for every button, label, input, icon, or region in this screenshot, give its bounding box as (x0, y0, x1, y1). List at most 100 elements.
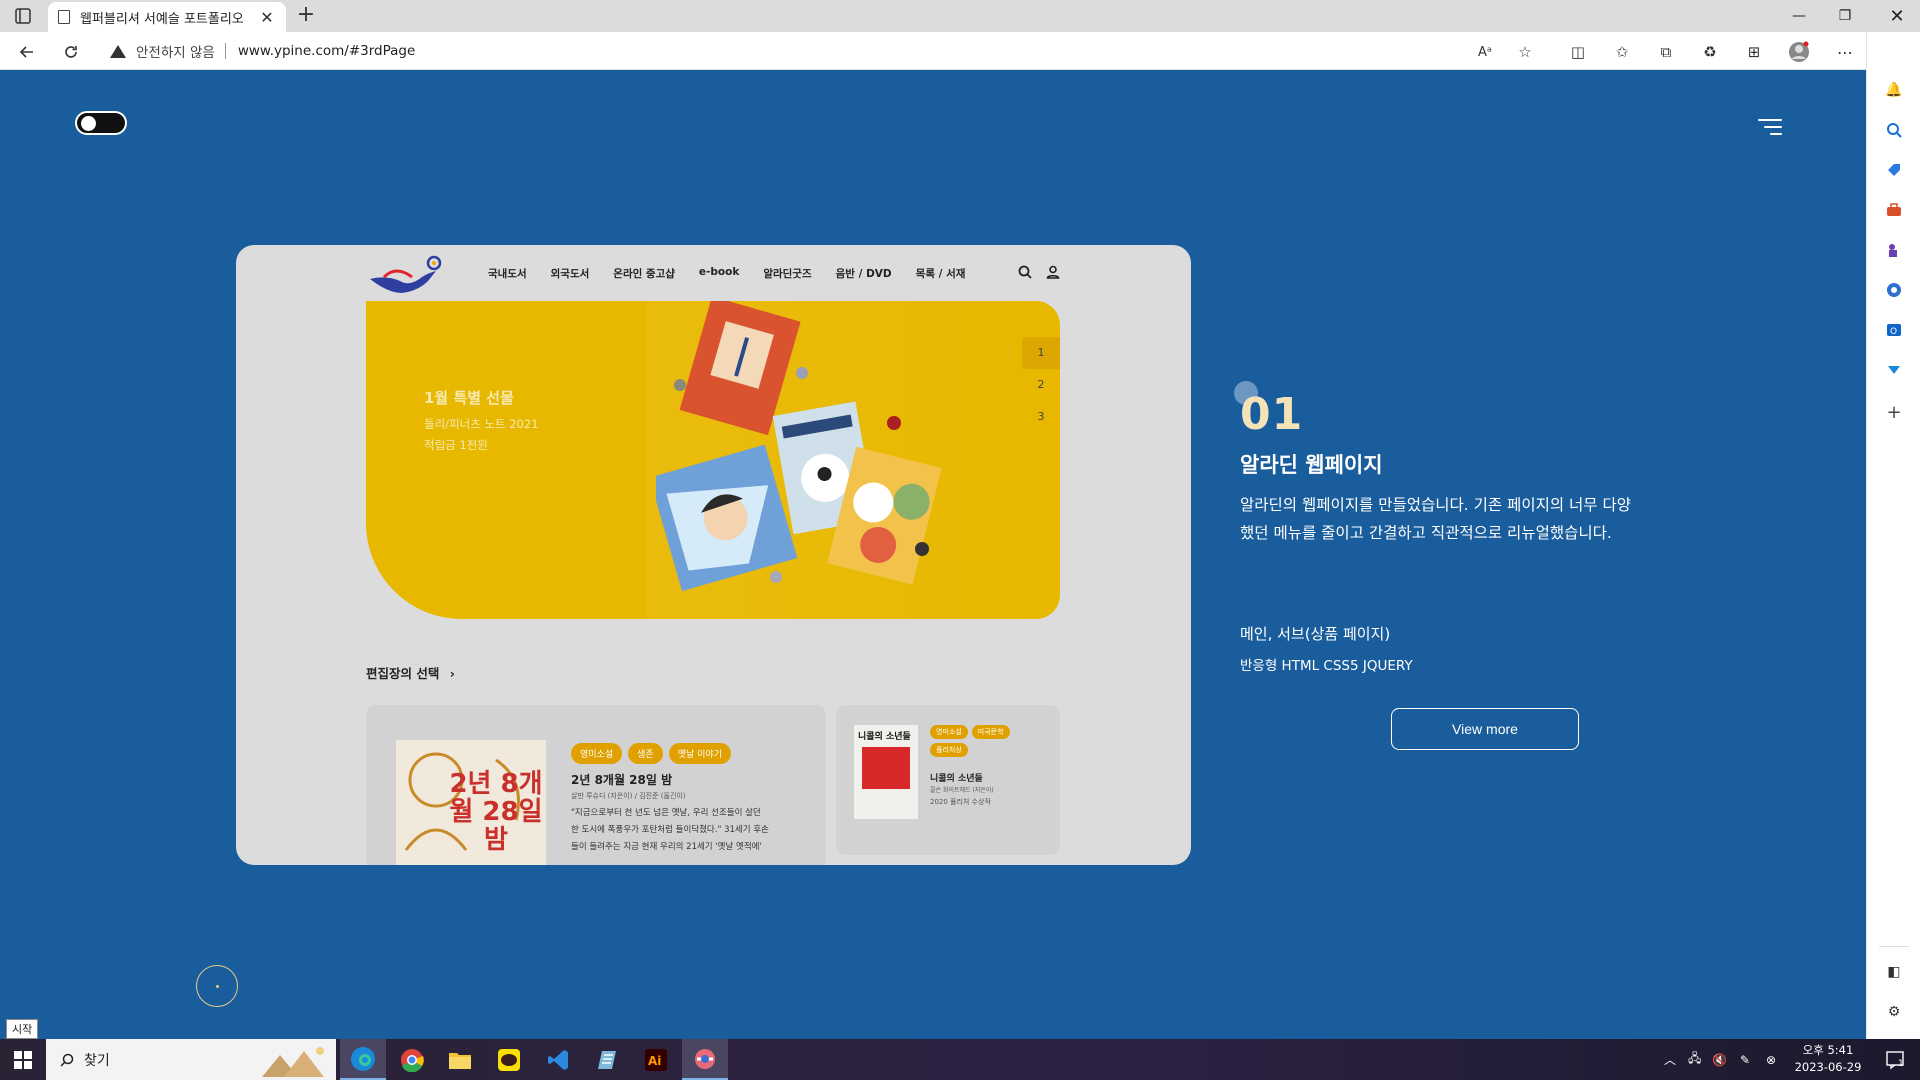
pyramids-image (262, 1047, 324, 1077)
book-author: 콜슨 화이트헤드 (지은이) (930, 787, 994, 794)
genre-tag[interactable]: 생존 (628, 743, 663, 764)
promo-banner[interactable]: 1월 특별 선물 들리/피너츠 노트 2021 적립금 1천원 1 2 3 (366, 301, 1060, 619)
back-button[interactable] (14, 39, 40, 65)
page-indicator[interactable]: 3 (1022, 401, 1060, 433)
tab-actions-icon[interactable] (14, 7, 32, 25)
user-icon[interactable] (1046, 265, 1060, 279)
warning-icon (110, 44, 126, 58)
menu-item[interactable]: 외국도서 (551, 266, 590, 281)
taskbar-clock[interactable]: 오후 5:41 2023-06-29 (1790, 1042, 1866, 1076)
search-icon[interactable] (1882, 118, 1906, 142)
outlook-icon[interactable]: O (1882, 318, 1906, 342)
kakaotalk-icon[interactable] (486, 1039, 532, 1080)
search-icon[interactable] (1018, 265, 1032, 279)
settings-gear-icon[interactable]: ⚙ (1882, 1000, 1906, 1024)
split-screen-icon[interactable]: ◫ (1567, 41, 1589, 63)
file-explorer-icon[interactable] (437, 1039, 483, 1080)
book-cover-title: 니콜의 소년들 (858, 732, 911, 742)
notepad-icon[interactable] (584, 1039, 630, 1080)
chrome-app-icon[interactable] (389, 1039, 435, 1080)
menu-item[interactable]: 목록 / 서재 (916, 266, 966, 281)
microsoft-365-icon[interactable] (1882, 278, 1906, 302)
project-number: 01 (1240, 389, 1304, 440)
page-indicator[interactable]: 2 (1022, 369, 1060, 401)
snipping-tool-icon[interactable] (682, 1039, 728, 1080)
taskbar-search[interactable]: 찾기 (46, 1039, 336, 1080)
menu-item[interactable]: e-book (699, 266, 739, 281)
theme-toggle[interactable] (75, 111, 127, 135)
book-title: 2년 8개월 28일 밤 (571, 773, 673, 787)
close-tab-icon[interactable]: ✕ (258, 8, 276, 27)
edge-app-icon[interactable] (340, 1039, 386, 1080)
hamburger-menu-icon[interactable] (1758, 117, 1782, 137)
collections-icon[interactable]: ⧉ (1655, 41, 1677, 63)
show-hidden-icons[interactable]: ︿ (1664, 1039, 1676, 1080)
cover-red-block (862, 747, 910, 789)
portfolio-page: 국내도서 외국도서 온라인 중고샵 e-book 알라딘굿즈 음반 / DVD … (0, 71, 1865, 1039)
volume-muted-icon[interactable]: 🔇 (1712, 1039, 1727, 1080)
menu-item[interactable]: 음반 / DVD (836, 266, 892, 281)
browser-tab[interactable]: 웹퍼블리셔 서예슬 포트폴리오 ✕ (48, 2, 286, 32)
browser-essentials-icon[interactable]: ⊞ (1743, 41, 1765, 63)
genre-tag[interactable]: 옛날 이야기 (668, 743, 731, 764)
project-tech: 반응형 HTML CSS5 JQUERY (1240, 658, 1413, 674)
read-aloud-icon[interactable]: Aᵃ (1474, 41, 1496, 63)
clock-date: 2023-06-29 (1794, 1060, 1862, 1074)
menu-item[interactable]: 온라인 중고샵 (613, 266, 675, 281)
pen-icon[interactable]: ✎ (1740, 1039, 1750, 1080)
address-toolbar: 안전하지 않음 www.ypine.com/#3rdPage Aᵃ ☆ ◫ ✩ … (0, 32, 1920, 70)
book-card[interactable]: 2년 8개월 28일 밤 영미소설 생존 옛날 이야기 2년 8개월 28일 밤… (366, 705, 826, 865)
profile-avatar-icon[interactable] (1788, 41, 1810, 63)
network-icon[interactable]: 🖧 (1688, 1039, 1701, 1080)
preview-menu: 국내도서 외국도서 온라인 중고샵 e-book 알라딘굿즈 음반 / DVD … (488, 266, 989, 281)
genre-tag[interactable]: 미국문학 (971, 725, 1010, 739)
refresh-button[interactable] (58, 39, 84, 65)
drop-icon[interactable] (1882, 358, 1906, 382)
book-tags: 영미소설 미국문학 퓰리처상 (930, 725, 1050, 757)
start-tooltip: 시작 (6, 1019, 39, 1039)
genre-tag[interactable]: 영미소설 (930, 725, 968, 739)
add-sidebar-icon[interactable]: + (1882, 400, 1906, 424)
close-window-button[interactable]: ✕ (1874, 0, 1920, 32)
genre-tag[interactable]: 영미소설 (571, 743, 623, 764)
editor-pick-label: 편집장의 선택 (366, 666, 440, 681)
status-icon[interactable]: ⊗ (1766, 1039, 1776, 1080)
minimize-button[interactable]: — (1776, 0, 1822, 32)
search-icon (60, 1053, 74, 1067)
editor-pick-heading[interactable]: 편집장의 선택 › (366, 663, 455, 682)
restore-button[interactable]: ❐ (1822, 0, 1868, 32)
hide-sidebar-icon[interactable]: ◧ (1882, 960, 1906, 984)
games-icon[interactable] (1882, 238, 1906, 262)
tools-icon[interactable] (1882, 198, 1906, 222)
page-icon (58, 10, 70, 24)
new-tab-button[interactable]: + (294, 4, 318, 28)
page-indicator-active[interactable]: 1 (1022, 337, 1060, 369)
start-button[interactable] (0, 1039, 46, 1080)
view-more-button[interactable]: View more (1391, 708, 1579, 750)
project-description: 알라딘의 웹페이지를 만들었습니다. 기존 페이지의 너무 다양했던 메뉴를 줄… (1240, 496, 1631, 542)
banner-subtitle: 들리/피너츠 노트 2021 (424, 417, 539, 431)
banner-subtitle: 적립금 1천원 (424, 438, 488, 452)
menu-item[interactable]: 알라딘굿즈 (763, 266, 811, 281)
favorites-icon[interactable]: ✩ (1611, 41, 1633, 63)
notification-center-icon[interactable]: 1 (1880, 1039, 1910, 1080)
book-card[interactable]: 니콜의 소년들 영미소설 미국문학 퓰리처상 니콜의 소년들 콜슨 화이트헤드 … (836, 705, 1060, 855)
genre-tag[interactable]: 퓰리처상 (930, 743, 968, 757)
toggle-knob (81, 116, 96, 131)
illustrator-icon[interactable]: Ai (633, 1039, 679, 1080)
more-menu-icon[interactable]: ⋯ (1834, 41, 1856, 63)
clock-time: 오후 5:41 (1802, 1043, 1854, 1057)
url-divider (224, 43, 226, 59)
notification-count: 1 (1898, 1059, 1904, 1069)
favorite-star-icon[interactable]: ☆ (1514, 41, 1536, 63)
notification-bell-icon[interactable]: 🔔 (1882, 78, 1906, 102)
project-title: 알라딘 웹페이지 (1240, 453, 1383, 477)
url-field[interactable]: 안전하지 않음 www.ypine.com/#3rdPage (110, 36, 1550, 66)
shopping-tag-icon[interactable] (1882, 158, 1906, 182)
refresh-icon (65, 46, 77, 58)
menu-item[interactable]: 국내도서 (488, 266, 527, 281)
windows-taskbar: 찾기 Ai ︿ 🖧 🔇 ✎ ⊗ 오후 5:41 2023-06-29 1 (0, 1039, 1920, 1080)
vscode-icon[interactable] (535, 1039, 581, 1080)
aladin-lamp-logo (370, 255, 442, 293)
extensions-icon[interactable]: ♻ (1699, 41, 1721, 63)
